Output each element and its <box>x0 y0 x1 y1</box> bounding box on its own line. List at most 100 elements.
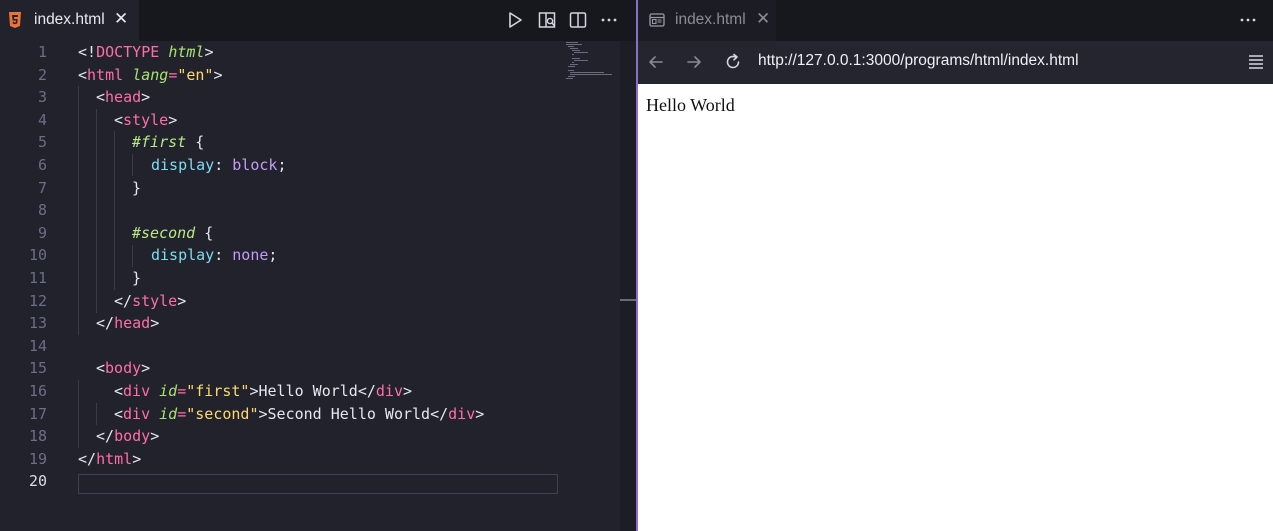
code-token: > <box>141 359 151 378</box>
code-token: </ <box>114 291 133 310</box>
line-number: 5 <box>37 133 47 152</box>
editor-tab-index-html[interactable]: index.html ✕ <box>0 0 139 41</box>
reload-icon[interactable] <box>723 52 743 72</box>
preview-pane: index.html ✕ http://127.0.0.1:3000/progr… <box>638 0 1273 531</box>
indent-guide <box>96 109 97 313</box>
code-token: = <box>177 382 187 400</box>
close-icon[interactable]: ✕ <box>756 9 770 29</box>
line-number: 11 <box>28 269 47 287</box>
code-token: head <box>114 314 151 333</box>
code-token: div <box>448 404 476 423</box>
open-preview-icon[interactable] <box>537 10 557 30</box>
code-token: </ <box>78 449 97 468</box>
code-token: > <box>150 427 160 446</box>
indent-guide <box>114 131 115 290</box>
code-editor[interactable]: 1 2 3 4 5 6 7 8 9 10 11 12 13 14 15 16 1… <box>0 41 620 531</box>
line-number: 1 <box>37 43 47 61</box>
code-token: display <box>151 156 215 174</box>
code-token: DOCTYPE <box>96 43 160 61</box>
line-number: 6 <box>37 156 47 174</box>
code-token: block <box>232 156 278 174</box>
code-token: #second <box>132 223 196 242</box>
line-number: 18 <box>28 427 47 446</box>
code-token: : <box>214 246 233 265</box>
code-token: > <box>403 382 413 400</box>
code-token: >Hello World</ <box>249 382 376 400</box>
forward-arrow-icon[interactable] <box>684 52 704 72</box>
code-token: html <box>168 43 205 61</box>
line-number: 8 <box>37 201 47 220</box>
code-token: lang <box>132 65 169 84</box>
more-actions-icon[interactable] <box>1238 10 1258 30</box>
browser-toolbar: http://127.0.0.1:3000/programs/html/inde… <box>638 41 1273 84</box>
code-token: < <box>78 65 88 84</box>
code-token: > <box>168 110 178 129</box>
line-number: 7 <box>37 178 47 197</box>
code-token: } <box>132 269 142 287</box>
code-token: > <box>475 404 485 423</box>
preview-tab-label: index.html <box>675 11 746 28</box>
code-token: = <box>177 404 187 423</box>
code-line: <div id="first">Hello World</div> <box>114 380 412 403</box>
rendered-hello-world-text: Hello World <box>646 95 735 115</box>
code-token: { <box>186 133 205 152</box>
code-token: display <box>151 246 215 265</box>
html5-file-icon <box>9 12 21 28</box>
hamburger-menu-icon[interactable] <box>1246 53 1266 71</box>
code-token: < <box>96 88 106 107</box>
preview-tab-bar: index.html ✕ <box>638 0 1273 41</box>
code-line: } <box>132 177 141 200</box>
code-line: <body> <box>96 357 150 380</box>
code-token: </ <box>96 314 115 333</box>
code-token: div <box>123 382 151 400</box>
code-token: } <box>132 178 142 197</box>
code-token: >Second Hello World</ <box>258 404 449 423</box>
code-token: #first <box>132 133 187 152</box>
code-token: { <box>195 223 214 242</box>
line-number: 15 <box>28 359 47 378</box>
line-number: 2 <box>37 65 47 84</box>
line-number: 19 <box>28 449 47 468</box>
rendered-page: Hello World <box>638 84 1273 531</box>
code-token: < <box>96 359 106 378</box>
code-token: body <box>114 427 151 446</box>
code-token: none <box>232 246 269 265</box>
current-line-highlight <box>78 474 558 494</box>
editor-scrollbar[interactable] <box>620 41 636 531</box>
preview-tab-index-html[interactable]: index.html ✕ <box>638 0 776 41</box>
back-arrow-icon[interactable] <box>646 52 666 72</box>
code-line: </html> <box>78 448 141 471</box>
code-token: < <box>114 110 124 129</box>
indent-guide <box>78 380 79 448</box>
minimap[interactable] <box>562 41 618 85</box>
code-token: ; <box>268 246 278 265</box>
code-token: head <box>105 88 142 107</box>
line-number: 14 <box>28 336 47 355</box>
indent-guide <box>96 403 97 425</box>
more-actions-icon[interactable] <box>599 10 619 30</box>
code-token: style <box>123 110 169 129</box>
code-token: </ <box>96 427 115 446</box>
close-icon[interactable]: ✕ <box>114 9 128 29</box>
run-icon[interactable] <box>505 10 525 30</box>
code-token: > <box>177 291 187 310</box>
preview-icon <box>649 13 665 27</box>
code-token: div <box>375 382 403 400</box>
code-token: < <box>114 404 124 423</box>
code-token: style <box>132 291 178 310</box>
code-line: <div id="second">Second Hello World</div… <box>114 403 484 426</box>
address-bar[interactable]: http://127.0.0.1:3000/programs/html/inde… <box>758 52 1079 70</box>
code-token: id <box>159 382 178 400</box>
editor-pane: index.html ✕ 1 2 3 4 5 6 7 8 9 10 11 12 … <box>0 0 636 531</box>
editor-tab-bar: index.html ✕ <box>0 0 636 41</box>
code-token: html <box>96 449 133 468</box>
scrollbar-position-marker <box>620 299 636 301</box>
line-number: 13 <box>28 314 47 333</box>
split-editor-icon[interactable] <box>568 10 588 30</box>
code-line: display: none; <box>151 244 277 267</box>
code-token: "first" <box>186 382 250 400</box>
code-line: } <box>132 267 141 290</box>
